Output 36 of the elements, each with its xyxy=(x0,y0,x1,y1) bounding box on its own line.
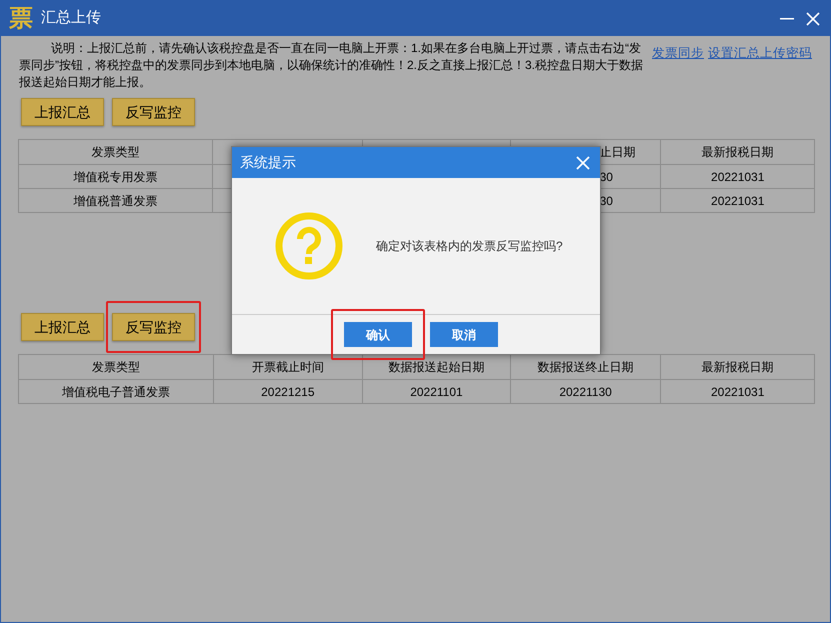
question-icon xyxy=(274,211,344,281)
table-cell-text: 20221130 xyxy=(559,384,612,400)
window-title: 汇总上传 xyxy=(41,8,101,28)
column-header: 发票类型 xyxy=(92,144,140,161)
minimize-icon xyxy=(780,18,794,20)
column-header: 止日期 xyxy=(600,144,636,161)
table-cell-text: 增值税普通发票 xyxy=(74,192,158,210)
table-cell-text: 30 xyxy=(600,192,613,210)
close-icon xyxy=(576,156,590,170)
toolbar-button[interactable]: 反写监控 xyxy=(112,313,195,341)
instruction-text: 说明：上报汇总前，请先确认该税控盘是否一直在同一电脑上开票：1.如果在多台电脑上开过票，请点击右边“发票同步”按钮，将税控盘中的发票同步到本地电脑，以确保统计的准确性！2.反之直接上报汇总！3.税控盘日期大于数据报送起始日期才能上报。 xyxy=(18,40,644,91)
toolbar-button[interactable]: 上报汇总 xyxy=(21,313,104,341)
table-cell-text: 增值税电子普通发票 xyxy=(62,384,170,400)
dialog-title: 系统提示 xyxy=(240,153,296,172)
column-header: 数据报送终止日期 xyxy=(538,359,634,376)
dialog-button[interactable]: 确认 xyxy=(344,322,412,347)
table-cell-text: 20221215 xyxy=(261,384,315,400)
app-icon: 票 xyxy=(9,6,33,30)
dialog-message: 确定对该表格内的发票反写监控吗? xyxy=(376,238,563,255)
table-cell-text: 20221031 xyxy=(711,168,764,186)
close-button[interactable] xyxy=(574,154,592,172)
column-header: 最新报税日期 xyxy=(702,359,774,376)
toolbar-button[interactable]: 反写监控 xyxy=(112,98,195,126)
column-header: 最新报税日期 xyxy=(702,144,774,161)
table-cell-text: 20221031 xyxy=(711,384,764,400)
column-header: 发票类型 xyxy=(92,359,140,376)
close-button[interactable] xyxy=(804,10,822,28)
column-header: 开票截止时间 xyxy=(252,359,324,376)
table-cell-text: 20221031 xyxy=(711,192,764,210)
close-icon xyxy=(806,12,820,26)
dialog-button[interactable]: 取消 xyxy=(430,322,498,347)
toolbar-button[interactable]: 上报汇总 xyxy=(21,98,104,126)
column-header: 数据报送起始日期 xyxy=(388,359,484,376)
table-cell-text: 20221101 xyxy=(410,384,463,400)
table-cell-text: 增值税专用发票 xyxy=(74,168,158,186)
table-cell-text: 30 xyxy=(600,168,613,186)
